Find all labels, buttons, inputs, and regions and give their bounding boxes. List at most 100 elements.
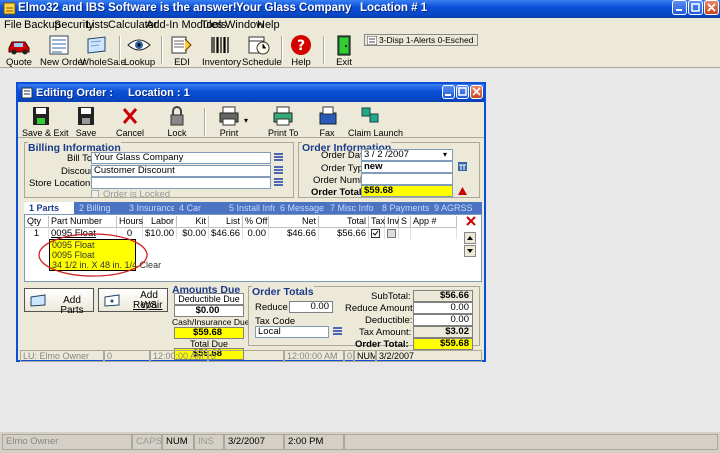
- child-close-button[interactable]: [470, 85, 483, 99]
- inventory-button[interactable]: Inventory: [202, 34, 241, 68]
- row-up-button[interactable]: [464, 232, 476, 244]
- reduce-pct-field[interactable]: 0.00: [289, 301, 333, 313]
- reduce-amount-field[interactable]: 0.00: [413, 302, 473, 314]
- col-tax: Tax: [371, 216, 386, 227]
- save-button[interactable]: Save: [72, 105, 100, 139]
- menu-tools[interactable]: Tools: [201, 19, 227, 31]
- date-dropdown-icon[interactable]: ▾: [443, 150, 447, 159]
- cell-net[interactable]: $46.66: [269, 227, 319, 239]
- print-dropdown-arrow[interactable]: ▾: [244, 116, 248, 125]
- tab-billing[interactable]: 2 Billing: [74, 202, 124, 214]
- discount-field[interactable]: Customer Discount: [91, 165, 271, 177]
- col-s: S: [399, 216, 411, 227]
- maximize-button[interactable]: [688, 0, 703, 15]
- store-location-list-icon[interactable]: [273, 177, 284, 188]
- calendar-clock-icon: [248, 36, 270, 55]
- cell-pct-off[interactable]: 0.00: [243, 227, 269, 239]
- exit-door-icon: [337, 35, 351, 56]
- alerts-button[interactable]: 3-Disp 1-Alerts 0-Esched: [364, 34, 478, 46]
- tab-install-info[interactable]: 5 Install Info: [224, 202, 278, 214]
- edi-icon: [171, 36, 192, 54]
- status-user: Elmo Owner: [2, 434, 132, 450]
- bill-to-list-icon[interactable]: [273, 152, 284, 163]
- save-exit-button[interactable]: Save & Exit: [22, 105, 69, 139]
- cell-kit[interactable]: $0.00: [177, 227, 209, 239]
- child-status-5: 0: [344, 350, 354, 362]
- minimize-button[interactable]: [672, 0, 687, 15]
- add-parts-button[interactable]: Add Parts: [24, 288, 94, 316]
- quote-button[interactable]: Quote: [4, 34, 34, 68]
- fax-button[interactable]: Fax: [316, 105, 338, 139]
- floppy-disk-icon: [78, 107, 94, 125]
- app-title: Elmo32 and IBS Software is the answer!: [18, 2, 237, 14]
- order-totals-title: Order Totals: [252, 286, 314, 298]
- menu-help[interactable]: Help: [257, 19, 280, 31]
- order-type-field[interactable]: new: [361, 161, 453, 173]
- close-icon: [707, 3, 716, 12]
- schedule-button[interactable]: Schedule: [242, 34, 282, 68]
- child-title: Editing Order :: [36, 87, 113, 99]
- cell-inv[interactable]: [385, 227, 399, 239]
- help-button[interactable]: ? Help: [288, 34, 314, 68]
- col-list: List: [209, 216, 243, 227]
- child-status-4: 12:00:00 AM: [284, 350, 344, 362]
- add-parts-label: Add Parts: [60, 295, 84, 316]
- location-label: Location # 1: [360, 2, 428, 14]
- delete-row-icon[interactable]: [465, 215, 477, 227]
- tab-misc-info[interactable]: 7 Misc Info: [325, 202, 377, 214]
- claim-icon: [361, 107, 379, 123]
- child-maximize-button[interactable]: [456, 85, 469, 99]
- app-icon: [3, 2, 16, 15]
- lock-button[interactable]: Lock: [164, 105, 190, 139]
- tab-payments[interactable]: 8 Payments: [377, 202, 430, 214]
- deductible-label: Deductible:: [365, 315, 413, 326]
- cash-insurance-due-label: Cash/Insurance Due: [172, 317, 250, 327]
- store-location-field[interactable]: [91, 177, 271, 189]
- row-down-button[interactable]: [464, 245, 476, 257]
- lookup-button[interactable]: Lookup: [124, 34, 155, 68]
- tab-message[interactable]: 6 Message: [275, 202, 325, 214]
- annotation-circle: [38, 233, 148, 277]
- add-ws-repair-button[interactable]: Add WS Repair: [98, 288, 168, 312]
- claim-launch-button[interactable]: Claim Launch: [348, 105, 403, 139]
- child-minimize-button[interactable]: [442, 85, 455, 99]
- order-type-calendar-icon[interactable]: [457, 161, 468, 172]
- cell-list[interactable]: $46.66: [209, 227, 243, 239]
- cell-s[interactable]: [399, 227, 411, 239]
- company-name: Your Glass Company: [236, 2, 352, 14]
- cancel-button[interactable]: Cancel: [116, 105, 144, 139]
- bill-to-field[interactable]: Your Glass Company: [91, 152, 271, 164]
- car-icon: [8, 41, 30, 55]
- tab-agrss[interactable]: 9 AGRSS: [429, 202, 482, 214]
- tax-amount-value: $3.02: [413, 326, 473, 338]
- child-status-num: NUM: [354, 350, 376, 362]
- cell-app-number[interactable]: [411, 227, 457, 239]
- minimize-icon: [445, 94, 451, 96]
- col-qty: Qty: [25, 216, 49, 227]
- tax-code-list-icon[interactable]: [332, 326, 343, 337]
- deductible-field[interactable]: 0.00: [413, 314, 473, 326]
- order-date-field[interactable]: 3 / 2 /2007: [361, 149, 453, 161]
- child-status-date: 3/2/2007: [376, 350, 482, 362]
- edi-button[interactable]: EDI: [168, 34, 196, 68]
- tax-code-field[interactable]: Local: [255, 326, 329, 338]
- wholesale-button[interactable]: WholeSale: [80, 34, 126, 68]
- menu-lists[interactable]: Lists: [86, 19, 109, 31]
- print-button[interactable]: Print: [216, 105, 242, 139]
- discount-list-icon[interactable]: [273, 165, 284, 176]
- menu-bar: File Backup Security Lists Calculator Ad…: [0, 18, 720, 32]
- menu-file[interactable]: File: [4, 19, 22, 31]
- close-button[interactable]: [704, 0, 719, 15]
- tab-car[interactable]: 4 Car: [174, 202, 224, 214]
- cell-total[interactable]: $56.66: [319, 227, 369, 239]
- print-to-button[interactable]: Print To: [268, 105, 298, 139]
- child-location: Location : 1: [128, 87, 190, 99]
- tab-insurance[interactable]: 3 Insurance: [124, 202, 176, 214]
- windshield-icon: [104, 294, 120, 307]
- exit-button[interactable]: Exit: [331, 34, 357, 68]
- new-order-button[interactable]: New Order: [40, 34, 86, 68]
- warning-triangle-icon[interactable]: [457, 186, 468, 196]
- cell-tax[interactable]: [369, 227, 385, 239]
- order-number-field[interactable]: [361, 173, 453, 185]
- order-locked-checkbox[interactable]: [91, 190, 99, 198]
